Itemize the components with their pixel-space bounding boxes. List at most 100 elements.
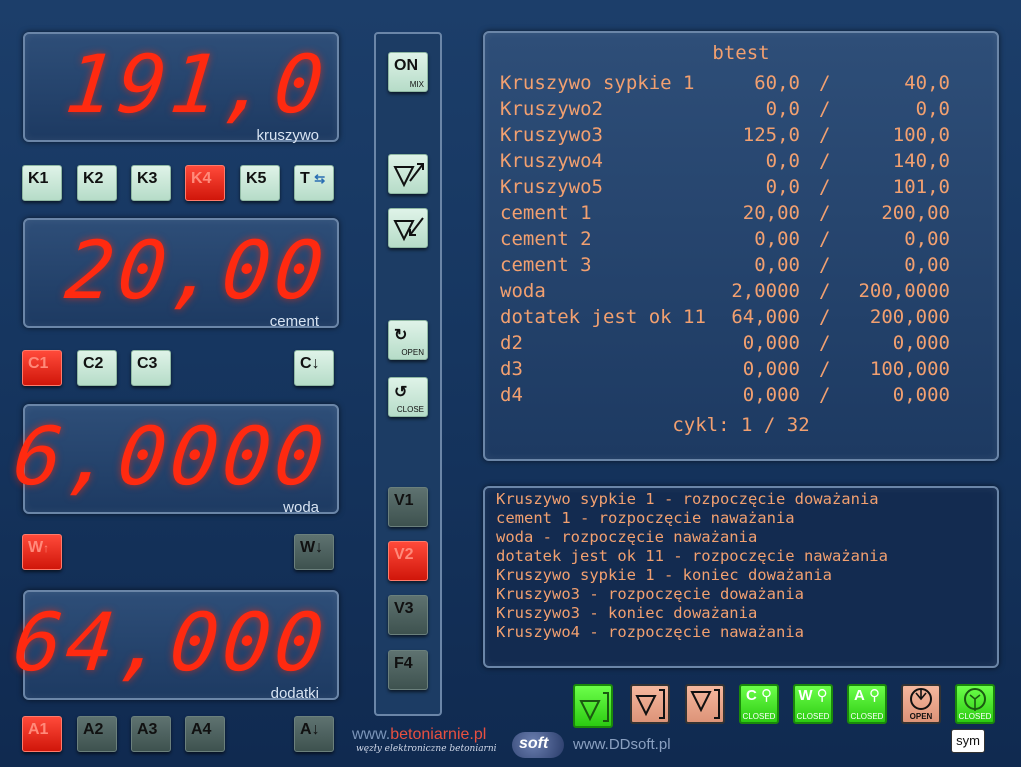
dodatki-value: 64,000 — [9, 596, 332, 689]
open-button[interactable]: ↻ OPEN — [388, 320, 428, 360]
a3-button[interactable]: A3 — [131, 716, 171, 752]
recipe-row: Kruszywo sypkie 1 60,0 / 40,0 — [485, 72, 965, 96]
recipe-row-separator: / — [819, 150, 831, 172]
open-label: OPEN — [401, 348, 424, 357]
closed-label: CLOSED — [742, 712, 776, 721]
arrow-down-icon: ↓ — [311, 721, 320, 738]
closed-label: CLOSED — [850, 712, 884, 721]
a2-button[interactable]: A2 — [77, 716, 117, 752]
triangle-gate-icon — [690, 689, 720, 719]
betoniarnie-logo[interactable]: www.betoniarnie.pl — [352, 726, 486, 744]
recipe-row-target: 140,0 — [892, 150, 950, 172]
display-dodatki: 64,000 dodatki — [9, 590, 339, 702]
recipe-row-actual: 0,0 — [765, 176, 800, 198]
recipe-row-name: woda — [500, 280, 546, 302]
display-woda: 6,0000 woda — [9, 404, 339, 516]
a1-button[interactable]: A1 — [22, 716, 62, 752]
c2-button[interactable]: C2 — [77, 350, 117, 386]
w-up-button[interactable]: W↑ — [22, 534, 62, 570]
soft-logo-text: soft — [519, 735, 549, 752]
valve-icon: ⚲ — [864, 687, 880, 704]
v3-button[interactable]: V3 — [388, 595, 428, 635]
recipe-row-target: 101,0 — [892, 176, 950, 198]
c-down-label: C — [300, 355, 312, 372]
mix-on-button[interactable]: ON MIX — [388, 52, 428, 92]
w-valve-closed-button[interactable]: W ⚲ CLOSED — [793, 684, 833, 724]
arrow-down-icon: ↓ — [315, 539, 324, 556]
recipe-row-separator: / — [819, 202, 831, 224]
swap-arrows-icon: ⇆ — [314, 171, 326, 186]
cycle-counter: cykl: 1 / 32 — [672, 414, 810, 436]
recipe-row-separator: / — [819, 72, 831, 94]
recipe-row-name: cement 3 — [500, 254, 592, 276]
a-valve-closed-button[interactable]: A ⚲ CLOSED — [847, 684, 887, 724]
recipe-row-name: Kruszywo4 — [500, 150, 603, 172]
triangle-down-button[interactable] — [388, 208, 428, 248]
v2-button[interactable]: V2 — [388, 541, 428, 581]
event-log[interactable]: Kruszywo sypkie 1 - rozpoczęcie doważani… — [483, 486, 999, 668]
c3-button[interactable]: C3 — [131, 350, 171, 386]
f4-button[interactable]: F4 — [388, 650, 428, 690]
triangle-up-button[interactable] — [388, 154, 428, 194]
recipe-row-actual: 60,0 — [754, 72, 800, 94]
a-down-button[interactable]: A↓ — [294, 716, 334, 752]
ddsoft-link[interactable]: www.DDsoft.pl — [573, 736, 671, 753]
recipe-row-actual: 0,0 — [765, 150, 800, 172]
recipe-row-name: d2 — [500, 332, 523, 354]
recipe-panel: btest Kruszywo sypkie 1 60,0/40,0 Kruszywo… — [483, 31, 999, 461]
recipe-row-separator: / — [819, 384, 831, 406]
recipe-row-target: 200,0000 — [858, 280, 950, 302]
betoniarnie-link: betoniarnie.pl — [390, 726, 487, 743]
sym-button[interactable]: sym — [951, 729, 985, 753]
recipe-row: d3 0,000 / 100,000 — [485, 358, 965, 382]
log-line: woda - rozpoczęcie naważania — [496, 528, 758, 546]
recipe-row-name: Kruszywo3 — [500, 124, 603, 146]
recipe-row-name: Kruszywo sypkie 1 — [500, 72, 695, 94]
valve-icon: ⚲ — [812, 687, 828, 704]
recipe-row-name: cement 1 — [500, 202, 592, 224]
rotate-ccw-icon: ↺ — [394, 384, 408, 401]
close-button[interactable]: ↺ CLOSE — [388, 377, 428, 417]
log-line: Kruszywo sypkie 1 - koniec doważania — [496, 566, 832, 584]
k3-button[interactable]: K3 — [131, 165, 171, 201]
mixer-closed-button[interactable]: CLOSED — [955, 684, 995, 724]
close-label: CLOSE — [396, 405, 424, 414]
recipe-row-target: 200,00 — [881, 202, 950, 224]
mixer-valve-icon — [910, 688, 932, 710]
recipe-row-target: 0,000 — [892, 332, 950, 354]
recipe-row-actual: 0,0 — [765, 98, 800, 120]
v1-button[interactable]: V1 — [388, 487, 428, 527]
recipe-row-actual: 125,0 — [742, 124, 800, 146]
triangle-gate-button-1[interactable] — [630, 684, 670, 724]
c-valve-closed-button[interactable]: C ⚲ CLOSED — [739, 684, 779, 724]
www-prefix: www. — [352, 726, 391, 743]
k1-button[interactable]: K1 — [22, 165, 62, 201]
recipe-row: Kruszywo3 125,0 / 100,0 — [485, 124, 965, 148]
a4-button[interactable]: A4 — [185, 716, 225, 752]
t-button[interactable]: T ⇆ — [294, 165, 334, 201]
k2-button[interactable]: K2 — [77, 165, 117, 201]
triangle-down-arrow-icon — [393, 217, 424, 242]
c-down-button[interactable]: C↓ — [294, 350, 334, 386]
a-valve-label: A — [854, 687, 865, 704]
closed-label: CLOSED — [958, 712, 992, 721]
mixer-open-button[interactable]: OPEN — [901, 684, 941, 724]
w-down-button[interactable]: W↓ — [294, 534, 334, 570]
recipe-row: d2 0,000 / 0,000 — [485, 332, 965, 356]
recipe-row-actual: 0,000 — [742, 358, 800, 380]
arrow-up-icon: ↑ — [43, 541, 50, 555]
recipe-row-name: d4 — [500, 384, 523, 406]
recipe-row: Kruszywo2 0,0 / 0,0 — [485, 98, 965, 122]
c1-button[interactable]: C1 — [22, 350, 62, 386]
triangle-gate-button-2[interactable] — [685, 684, 725, 724]
k5-button[interactable]: K5 — [240, 165, 280, 201]
recipe-row-name: cement 2 — [500, 228, 592, 250]
woda-label: woda — [283, 499, 319, 516]
k4-button[interactable]: K4 — [185, 165, 225, 201]
log-line: Kruszywo3 - rozpoczęcie doważania — [496, 585, 804, 603]
log-line: Kruszywo4 - rozpoczęcie naważania — [496, 623, 804, 641]
triangle-gate-green-button[interactable] — [573, 684, 613, 728]
log-list: Kruszywo sypkie 1 - rozpoczęcie doważani… — [496, 490, 888, 642]
recipe-row-actual: 20,00 — [742, 202, 800, 224]
recipe-row: cement 1 20,00 / 200,00 — [485, 202, 965, 226]
